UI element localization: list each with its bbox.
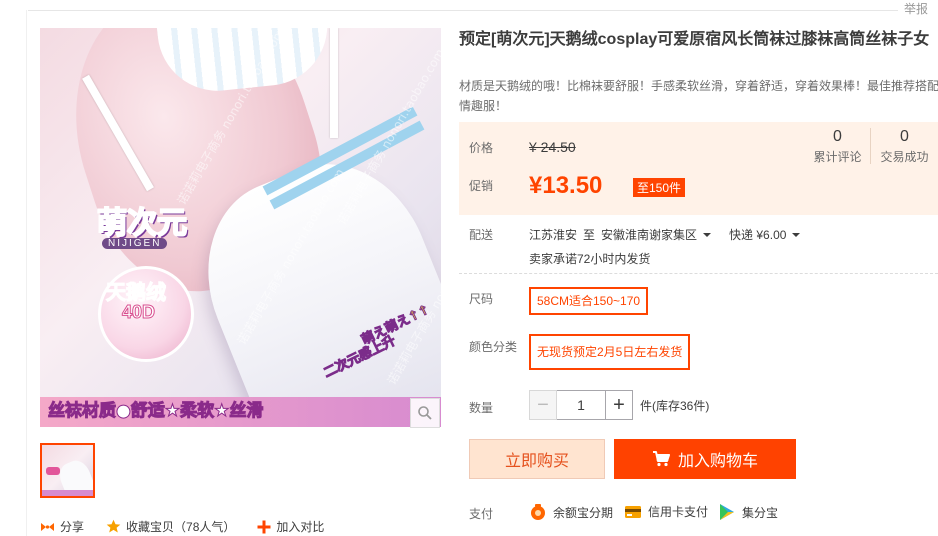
- share-icon: [41, 522, 54, 531]
- compare-label: 加入对比: [276, 520, 325, 534]
- original-price: ¥ 24.50: [529, 139, 576, 155]
- quantity-input[interactable]: 1: [557, 390, 605, 420]
- chevron-down-icon[interactable]: [792, 232, 801, 237]
- zoom-button[interactable]: [410, 398, 440, 428]
- decrease-button[interactable]: −: [529, 390, 557, 420]
- add-cart-label: 加入购物车: [677, 453, 758, 470]
- yuebao-icon: [531, 504, 545, 520]
- size-label: 尺码: [469, 292, 494, 306]
- jifenbao-label: 集分宝: [742, 505, 779, 520]
- payment-method-yuebao[interactable]: 余额宝分期: [529, 503, 613, 521]
- payment-label: 支付: [469, 507, 494, 521]
- promo-tag: 至150件: [633, 178, 686, 197]
- shipping-promise: 卖家承诺72小时内发货: [529, 252, 651, 266]
- sales-caption: 交易成功: [880, 150, 929, 164]
- review-caption: 累计评论: [813, 150, 862, 164]
- thumbnail-1[interactable]: [40, 443, 95, 498]
- share-button[interactable]: 分享: [40, 518, 84, 535]
- star-icon: [106, 519, 121, 533]
- plus-icon: [257, 520, 271, 533]
- main-product-image[interactable]: 诺诺莉电子商务 nonori.taobao.com 诺诺莉电子商务 nonori…: [40, 28, 441, 427]
- shipping-method-select[interactable]: 快递 ¥6.00: [729, 226, 786, 243]
- review-count: 0: [833, 128, 842, 145]
- size-option[interactable]: 58CM适合150~170: [529, 287, 649, 315]
- jifenbao-icon: [720, 504, 734, 520]
- shipping-row: 江苏淮安 至 安徽淮南谢家集区 快递 ¥6.00: [529, 226, 818, 243]
- ship-from: 江苏淮安: [529, 228, 578, 242]
- review-count-stat[interactable]: 0 累计评论: [805, 128, 870, 168]
- image-badge-text: 天鹅绒: [106, 280, 167, 305]
- product-subtitle: 材质是天鹅绒的哦！比棉袜要舒服！手感柔软丝滑，穿着舒适，穿着效果棒！最佳推荐搭配…: [459, 79, 938, 113]
- add-to-cart-button[interactable]: 加入购物车: [614, 439, 796, 479]
- quantity-stepper: − 1 + 件(库存36件): [529, 390, 709, 420]
- increase-button[interactable]: +: [605, 390, 633, 420]
- top-border: [28, 10, 898, 11]
- payment-method-jifenbao[interactable]: 集分宝: [718, 503, 778, 521]
- thumbnail-logo: [46, 467, 60, 475]
- promo-price: ¥13.50: [529, 172, 603, 199]
- stock-info: 件(库存36件): [640, 398, 710, 413]
- yuebao-label: 余额宝分期: [553, 505, 614, 520]
- shipping-label: 配送: [469, 228, 494, 242]
- cart-icon: [652, 451, 670, 467]
- promo-label: 促销: [469, 179, 494, 193]
- product-title: 预定[萌次元]天鹅绒cosplay可爱原宿风长筒袜过膝袜高筒丝袜子女: [459, 31, 930, 48]
- stat-divider: [870, 128, 871, 164]
- chevron-down-icon[interactable]: [703, 232, 712, 237]
- quantity-label: 数量: [469, 401, 494, 415]
- sales-count: 0: [900, 128, 909, 145]
- payment-method-credit-card[interactable]: 信用卡支付: [624, 503, 708, 520]
- buy-now-button[interactable]: 立即购买: [469, 439, 605, 479]
- image-badge-sub: 40D: [121, 302, 156, 323]
- sales-count-stat[interactable]: 0 交易成功: [872, 128, 937, 168]
- section-divider: [459, 273, 938, 274]
- report-link[interactable]: 举报: [904, 0, 928, 17]
- magnifier-icon: [418, 406, 432, 420]
- image-brand-logo: 萌次元: [96, 205, 188, 242]
- image-banner-text: 丝袜材质●舒适★柔软★丝滑: [47, 401, 264, 422]
- credit-card-icon: [625, 505, 641, 518]
- price-label: 价格: [469, 141, 494, 155]
- left-border: [26, 10, 27, 536]
- share-label: 分享: [60, 520, 85, 534]
- thumbnail-banner: [42, 490, 93, 496]
- color-option[interactable]: 无现货预定2月5日左右发货: [529, 334, 691, 370]
- gallery-actions: 分享 收藏宝贝（78人气） 加入对比: [40, 518, 346, 535]
- image-brand-sub: NIJIGEN: [102, 238, 168, 249]
- compare-button[interactable]: 加入对比: [257, 518, 324, 535]
- credit-card-label: 信用卡支付: [648, 505, 709, 519]
- destination-select[interactable]: 安徽淮南谢家集区: [601, 226, 697, 243]
- favorite-button[interactable]: 收藏宝贝（78人气）: [106, 518, 235, 535]
- color-label: 颜色分类: [469, 340, 518, 354]
- image-garter: [330, 28, 338, 138]
- favorite-label: 收藏宝贝（78人气）: [126, 520, 236, 534]
- ship-to-word: 至: [583, 228, 596, 242]
